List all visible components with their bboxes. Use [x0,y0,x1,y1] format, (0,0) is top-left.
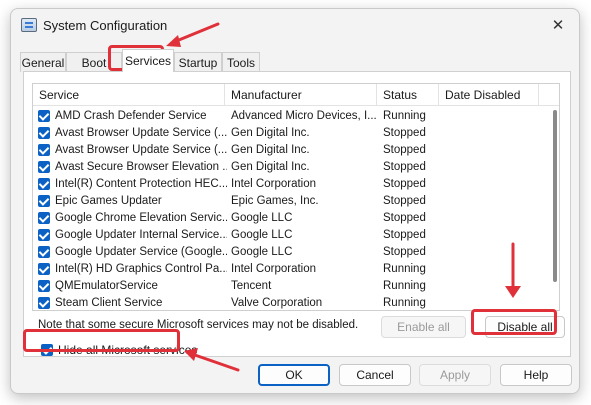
column-header-date-disabled[interactable]: Date Disabled [439,84,539,106]
manufacturer-name: Tencent [231,280,272,292]
checkbox-checked-icon[interactable] [38,195,50,207]
manufacturer-name: Valve Corporation [231,297,323,309]
service-status: Running [383,110,426,122]
service-name: Google Updater Service (Google... [55,246,227,258]
table-row[interactable]: Avast Browser Update Service (... Gen Dig… [33,125,549,142]
apply-button[interactable]: Apply [419,364,491,386]
system-configuration-window: System Configuration ✕ General Boot Serv… [10,8,580,394]
table-row[interactable]: Epic Games Updater Epic Games, Inc. Stoppe… [33,193,549,210]
service-status: Running [383,280,426,292]
column-header-status[interactable]: Status [377,84,439,106]
service-status: Stopped [383,246,426,258]
checkbox-checked-icon[interactable] [38,280,50,292]
service-name: Avast Browser Update Service (... [55,144,227,156]
checkbox-checked-icon[interactable] [38,110,50,122]
tab-general[interactable]: General [20,52,66,72]
service-status: Stopped [383,144,426,156]
disable-all-button[interactable]: Disable all [485,316,565,338]
close-icon[interactable]: ✕ [547,15,569,37]
column-header-manufacturer[interactable]: Manufacturer [225,84,377,106]
secure-services-note: Note that some secure Microsoft services… [38,319,359,331]
services-list[interactable]: Service Manufacturer Status Date Disable… [32,83,560,311]
service-name: Avast Secure Browser Elevation ... [55,161,227,173]
manufacturer-name: Advanced Micro Devices, I... [231,110,377,122]
checkbox-checked-icon[interactable] [38,178,50,190]
table-row[interactable]: Avast Browser Update Service (... Gen Dig… [33,142,549,159]
table-row[interactable]: QMEmulatorService Tencent Running [33,278,549,295]
tab-startup[interactable]: Startup [174,52,222,72]
service-rows: AMD Crash Defender Service Advanced Micro… [33,108,549,310]
table-row[interactable]: Google Updater Service (Google... Google … [33,244,549,261]
checkbox-checked-icon[interactable] [41,344,53,356]
checkbox-checked-icon[interactable] [38,127,50,139]
table-row[interactable]: Intel(R) HD Graphics Control Pa... Intel … [33,261,549,278]
tab-tools[interactable]: Tools [222,52,260,72]
table-row[interactable]: AMD Crash Defender Service Advanced Micro… [33,108,549,125]
service-name: Epic Games Updater [55,195,162,207]
manufacturer-name: Gen Digital Inc. [231,161,310,173]
checkbox-checked-icon[interactable] [38,161,50,173]
service-status: Stopped [383,178,426,190]
vertical-scrollbar[interactable] [553,110,557,282]
service-name: AMD Crash Defender Service [55,110,207,122]
help-button[interactable]: Help [500,364,572,386]
service-name: Google Chrome Elevation Servic... [55,212,227,224]
list-header: Service Manufacturer Status Date Disable… [33,84,559,106]
hide-microsoft-services-label: Hide all Microsoft services [58,343,198,357]
manufacturer-name: Gen Digital Inc. [231,144,310,156]
service-status: Running [383,263,426,275]
services-panel: Service Manufacturer Status Date Disable… [23,71,571,357]
table-row[interactable]: Steam Client Service Valve Corporation Run… [33,295,549,310]
service-name: Intel(R) HD Graphics Control Pa... [55,263,227,275]
service-name: Steam Client Service [55,297,163,309]
manufacturer-name: Google LLC [231,212,293,224]
service-status: Stopped [383,229,426,241]
manufacturer-name: Google LLC [231,246,293,258]
service-status: Running [383,297,426,309]
manufacturer-name: Epic Games, Inc. [231,195,319,207]
service-status: Stopped [383,195,426,207]
checkbox-checked-icon[interactable] [38,246,50,258]
tab-services[interactable]: Services [122,49,174,72]
service-status: Stopped [383,161,426,173]
service-name: Avast Browser Update Service (... [55,127,227,139]
service-status: Stopped [383,212,426,224]
checkbox-checked-icon[interactable] [38,212,50,224]
checkbox-checked-icon[interactable] [38,297,50,309]
column-header-service[interactable]: Service [33,84,225,106]
table-row[interactable]: Google Updater Internal Service... Google… [33,227,549,244]
title-bar: System Configuration ✕ [11,9,579,43]
service-name: QMEmulatorService [55,280,158,292]
cancel-button[interactable]: Cancel [339,364,411,386]
enable-all-button[interactable]: Enable all [381,316,466,338]
manufacturer-name: Intel Corporation [231,178,317,190]
ok-button[interactable]: OK [258,364,330,386]
msconfig-app-icon [21,18,37,32]
service-name: Intel(R) Content Protection HEC... [55,178,227,190]
checkbox-checked-icon[interactable] [38,263,50,275]
service-name: Google Updater Internal Service... [55,229,227,241]
table-row[interactable]: Avast Secure Browser Elevation ... Gen Di… [33,159,549,176]
checkbox-checked-icon[interactable] [38,229,50,241]
tab-boot[interactable]: Boot [66,52,122,72]
checkbox-checked-icon[interactable] [38,144,50,156]
manufacturer-name: Gen Digital Inc. [231,127,310,139]
manufacturer-name: Google LLC [231,229,293,241]
window-title: System Configuration [43,18,168,33]
service-status: Stopped [383,127,426,139]
manufacturer-name: Intel Corporation [231,263,317,275]
table-row[interactable]: Intel(R) Content Protection HEC... Intel … [33,176,549,193]
table-row[interactable]: Google Chrome Elevation Servic... Google … [33,210,549,227]
